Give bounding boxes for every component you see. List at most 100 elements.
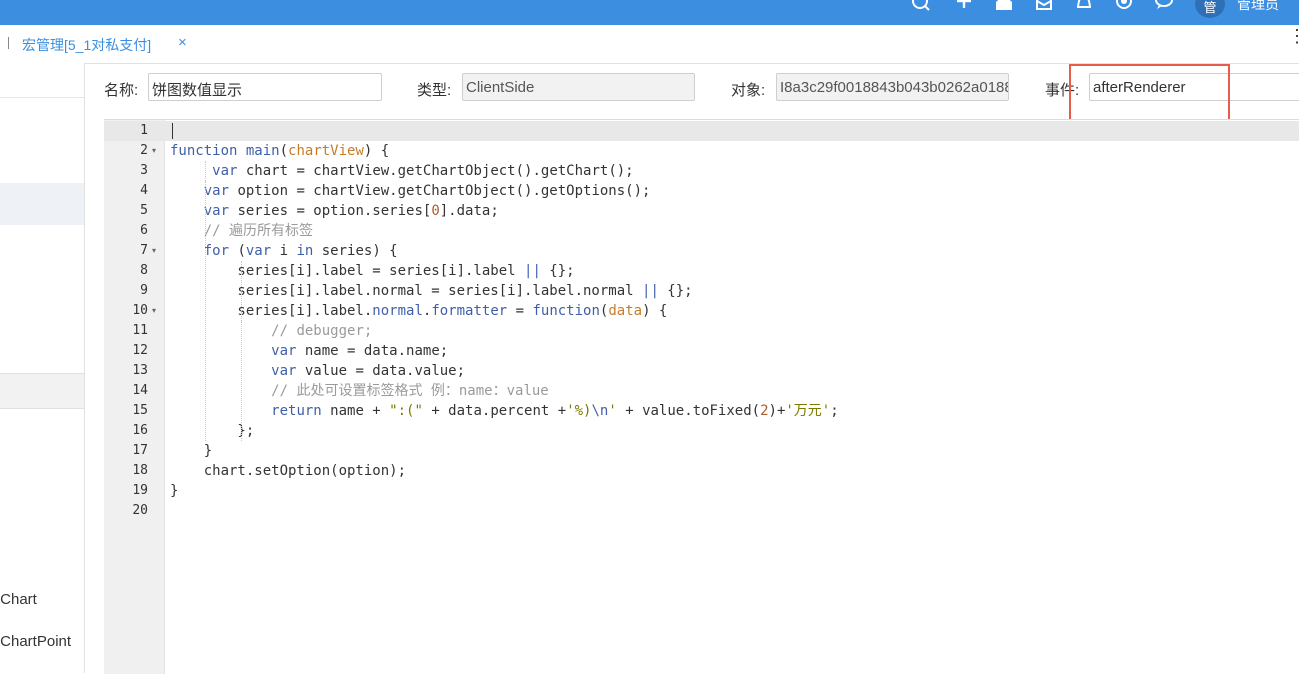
code-token: // debugger;: [271, 323, 372, 339]
code-line[interactable]: series[i].label.normal.formatter = funct…: [170, 301, 667, 321]
name-input[interactable]: 饼图数值显示: [148, 73, 382, 101]
code-token: series) {: [313, 243, 397, 259]
code-token: + data.percent +: [423, 403, 566, 419]
code-token: [170, 323, 271, 339]
active-line-highlight: [104, 121, 1299, 141]
code-token: return: [271, 403, 322, 419]
line-number: 16: [104, 421, 148, 441]
code-line[interactable]: chart.setOption(option);: [170, 461, 406, 481]
code-token: function: [170, 143, 237, 159]
code-token: var: [246, 243, 271, 259]
line-number: 14: [104, 381, 148, 401]
code-token: normal: [372, 303, 423, 319]
code-line[interactable]: var value = data.value;: [170, 361, 465, 381]
code-line[interactable]: // 遍历所有标签: [170, 221, 313, 241]
fold-arrow-icon[interactable]: ▾: [152, 301, 156, 321]
code-token: ) {: [642, 303, 667, 319]
code-token: ;: [830, 403, 838, 419]
code-token: [170, 383, 271, 399]
object-label: 对象:: [731, 79, 765, 100]
object-input: I8a3c29f0018843b043b0262a0188: [776, 73, 1009, 101]
code-token: chartView: [288, 143, 364, 159]
line-number: 10: [104, 301, 148, 321]
code-token: {};: [659, 283, 693, 299]
sidebar-item[interactable]: tChart: [0, 591, 37, 608]
line-number: 13: [104, 361, 148, 381]
code-line[interactable]: // 此处可设置标签格式 例：name：value: [170, 381, 549, 401]
code-line[interactable]: series[i].label = series[i].label || {};: [170, 261, 575, 281]
chat-icon[interactable]: [1154, 0, 1174, 14]
sidebar-section-header[interactable]: [0, 373, 84, 409]
code-token: data: [608, 303, 642, 319]
type-input: ClientSide: [462, 73, 695, 101]
code-token: for: [204, 243, 229, 259]
code-token: [170, 223, 204, 239]
code-token: \n: [591, 403, 608, 419]
code-token: 0: [431, 203, 439, 219]
code-token: var: [271, 363, 296, 379]
code-token: series[i].label.: [170, 303, 372, 319]
code-line[interactable]: }: [170, 481, 178, 501]
close-icon[interactable]: ×: [178, 34, 187, 51]
code-token: [170, 183, 204, 199]
line-number: 3: [104, 161, 148, 181]
code-token: main: [246, 143, 280, 159]
code-line[interactable]: var name = data.name;: [170, 341, 448, 361]
code-token: formatter: [431, 303, 507, 319]
code-editor[interactable]: 12▾34567▾8910▾11121314151617181920 funct…: [104, 119, 1299, 674]
code-token: =: [507, 303, 532, 319]
code-token: in: [296, 243, 313, 259]
line-number: 17: [104, 441, 148, 461]
sidebar-item-selected[interactable]: [0, 183, 84, 225]
code-token: var: [271, 343, 296, 359]
indent-guide: [205, 161, 206, 181]
code-token: var: [204, 183, 229, 199]
code-token: ||: [642, 283, 659, 299]
fold-arrow-icon[interactable]: ▾: [152, 141, 156, 161]
mail-icon[interactable]: [1034, 0, 1054, 14]
code-token: }: [170, 443, 212, 459]
code-line[interactable]: // debugger;: [170, 321, 372, 341]
avatar[interactable]: 管: [1195, 0, 1225, 18]
more-options-icon[interactable]: ⋮: [1288, 32, 1296, 40]
line-number: 6: [104, 221, 148, 241]
code-line[interactable]: var chart = chartView.getChartObject().g…: [170, 161, 634, 181]
code-line[interactable]: series[i].label.normal = series[i].label…: [170, 281, 693, 301]
code-token: ||: [524, 263, 541, 279]
line-number: 5: [104, 201, 148, 221]
code-token: i: [271, 243, 296, 259]
fold-arrow-icon[interactable]: ▾: [152, 241, 156, 261]
line-number: 2: [104, 141, 148, 161]
line-number: 12: [104, 341, 148, 361]
code-token: function: [532, 303, 599, 319]
sidebar-item[interactable]: tChartPoint: [0, 633, 71, 650]
code-token: [170, 243, 204, 259]
code-token: var: [204, 203, 229, 219]
headset-icon[interactable]: [1114, 0, 1134, 14]
line-number: 8: [104, 261, 148, 281]
code-line[interactable]: return name + ":(" + data.percent +'%)\n…: [170, 401, 839, 421]
user-name[interactable]: 管理员: [1237, 0, 1279, 14]
code-token: [170, 203, 204, 219]
line-number: 11: [104, 321, 148, 341]
code-token: // 此处可设置标签格式 例：name：value: [271, 383, 549, 399]
code-line[interactable]: var option = chartView.getChartObject().…: [170, 181, 650, 201]
code-line[interactable]: }: [170, 441, 212, 461]
text-cursor: [172, 123, 173, 139]
plus-icon[interactable]: [954, 0, 974, 14]
code-line[interactable]: var series = option.series[0].data;: [170, 201, 499, 221]
home-icon[interactable]: [994, 0, 1014, 14]
code-line[interactable]: function main(chartView) {: [170, 141, 389, 161]
code-token: [170, 403, 271, 419]
event-input[interactable]: afterRenderer: [1089, 73, 1299, 101]
line-number: 18: [104, 461, 148, 481]
code-token: ].data;: [440, 203, 499, 219]
code-token: 2: [760, 403, 768, 419]
name-label: 名称:: [104, 79, 138, 100]
code-token: var: [212, 163, 237, 179]
code-token: series[i].label = series[i].label: [170, 263, 524, 279]
code-token: ) {: [364, 143, 389, 159]
search-icon[interactable]: [911, 0, 931, 14]
tab-macro-management[interactable]: 宏管理[5_1对私支付]: [22, 35, 151, 55]
bell-icon[interactable]: [1074, 0, 1094, 14]
